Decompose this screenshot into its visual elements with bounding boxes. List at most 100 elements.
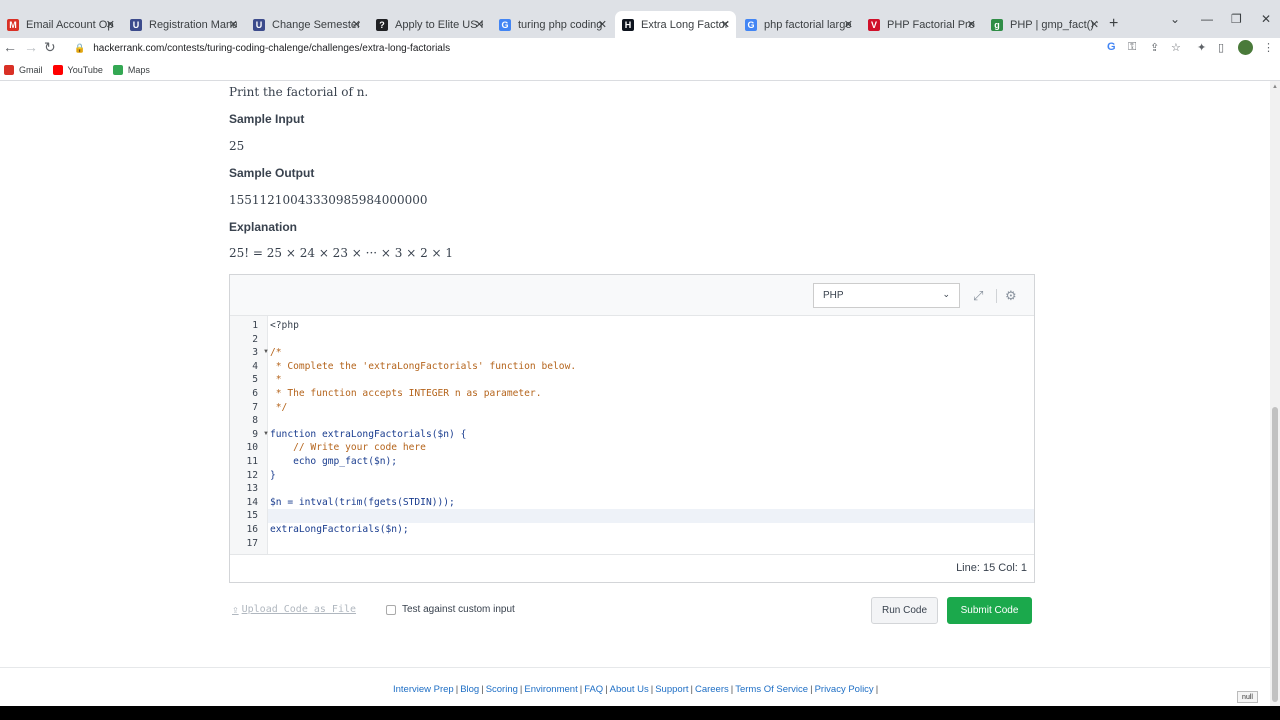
line-number: 1 (252, 320, 258, 331)
share-icon[interactable]: ⇪ (1150, 41, 1159, 54)
footer-link[interactable]: About Us (610, 684, 649, 695)
google-lens-icon[interactable]: G (1107, 41, 1116, 53)
footer-separator: | (605, 684, 608, 695)
tab-search-icon[interactable]: ⌄ (1170, 12, 1180, 26)
language-value: PHP (823, 290, 844, 301)
browser-tab[interactable]: U Change Semester ✕ (246, 11, 367, 38)
footer-link[interactable]: Interview Prep (393, 684, 454, 695)
browser-tab[interactable]: V PHP Factorial Program✕ (861, 11, 982, 38)
upload-icon: ⇪ (232, 603, 239, 616)
line-number: 13 (246, 483, 258, 495)
reload-icon[interactable]: ↻ (44, 39, 56, 56)
footer-link[interactable]: FAQ (584, 684, 603, 695)
tab-label: Apply to Elite US Rem (395, 18, 483, 31)
tab-favicon-icon: V (868, 18, 880, 31)
code-line: extraLongFactorials($n); (270, 524, 409, 535)
bookmark-icon (4, 65, 14, 75)
browser-tab[interactable]: ? Apply to Elite US Rem✕ (369, 11, 490, 38)
code-line: function extraLongFactorials($n) { (270, 428, 467, 440)
submit-code-button[interactable]: Submit Code (947, 597, 1032, 624)
custom-input-label: Test against custom input (402, 604, 515, 615)
debug-badge: null (1237, 691, 1258, 703)
close-window-icon[interactable]: ✕ (1261, 12, 1271, 26)
tab-close-icon[interactable]: ✕ (1090, 18, 1099, 31)
restore-icon[interactable]: ❐ (1231, 12, 1242, 26)
tab-close-icon[interactable]: ✕ (352, 18, 361, 31)
bookmark-item[interactable]: YouTube (52, 65, 103, 75)
upload-label: Upload Code as File (241, 604, 357, 615)
tab-favicon-icon: ? (376, 18, 388, 31)
page-scrollbar[interactable]: ▲ (1270, 81, 1280, 706)
fullscreen-icon[interactable]: ⤢ (973, 288, 983, 304)
scroll-up-icon[interactable]: ▲ (1272, 84, 1278, 90)
extensions-icon[interactable]: ✦ (1197, 41, 1206, 54)
code-line: } (270, 469, 276, 481)
key-icon[interactable]: ⚿ (1128, 41, 1136, 54)
address-bar[interactable]: 🔒 hackerrank.com/contests/turing-coding-… (66, 38, 1126, 58)
browser-tab[interactable]: Gphp factorial largest c✕ (738, 11, 859, 38)
sample-output-value: 15511210043330985984000000 (229, 193, 428, 207)
footer-link[interactable]: Support (655, 684, 688, 695)
menu-icon[interactable]: ⋮ (1263, 41, 1274, 54)
line-number: 17 (246, 537, 258, 549)
line-number: 8 (252, 415, 258, 427)
profile-avatar[interactable] (1238, 40, 1253, 55)
tab-close-icon[interactable]: ✕ (598, 18, 607, 31)
browser-tab[interactable]: U Registration Manager✕ (123, 11, 244, 38)
gear-icon[interactable]: ⚙ (1005, 288, 1017, 304)
footer-link[interactable]: Environment (524, 684, 577, 695)
footer-link[interactable]: Scoring (486, 684, 518, 695)
bookmark-star-icon[interactable]: ☆ (1171, 41, 1181, 54)
scrollbar-thumb[interactable] (1272, 407, 1278, 702)
footer-link[interactable]: Privacy Policy (815, 684, 874, 695)
bookmark-label: YouTube (67, 65, 103, 75)
footer-link[interactable]: Blog (460, 684, 479, 695)
code-area[interactable]: <?php /* * Complete the 'extraLongFactori… (268, 316, 1034, 554)
tab-favicon-icon: U (130, 18, 142, 31)
tab-label: Registration Manager (149, 18, 237, 31)
code-line: echo gmp_fact($n); (270, 456, 398, 467)
back-icon[interactable]: ← (3, 39, 17, 55)
browser-tab[interactable]: M Email Account Open F✕ (0, 11, 121, 38)
custom-input-checkbox[interactable] (386, 605, 396, 615)
forward-icon[interactable]: → (24, 39, 38, 55)
footer-links: Interview Prep | Blog | Scoring | Environment |… (393, 684, 880, 695)
code-line: * (270, 374, 282, 386)
bookmark-icon (52, 65, 63, 75)
bookmark-item[interactable]: Maps (112, 65, 150, 75)
bookmark-label: Gmail (19, 65, 43, 75)
tab-label: Extra Long Factorials | (641, 18, 729, 31)
tab-close-icon[interactable]: ✕ (721, 18, 730, 31)
upload-code-link[interactable]: ⇪ Upload Code as File (232, 603, 356, 616)
footer-link[interactable]: Careers (695, 684, 729, 695)
explanation-formula: 25! = 25 × 24 × 23 × ··· × 3 × 2 × 1 (229, 246, 454, 260)
code-editor: PHP ⌄ ⤢ ⚙ 1 2 3 ▼ 4 5 6 7 8 9 ▼ 10 11 12 13 14 15 16 17 <?… (229, 274, 1035, 583)
line-number: 16 (246, 524, 258, 535)
line-number-gutter: 1 2 3 ▼ 4 5 6 7 8 9 ▼ 10 11 12 13 14 15 16 17 (230, 316, 269, 554)
language-select[interactable]: PHP ⌄ (813, 283, 960, 308)
code-line: /* (270, 347, 282, 359)
bookmark-item[interactable]: Gmail (4, 65, 43, 75)
code-line: // Write your code here (270, 442, 426, 454)
tab-favicon-icon: U (253, 18, 265, 31)
footer-link[interactable]: Terms Of Service (735, 684, 808, 695)
tab-close-icon[interactable]: ✕ (106, 18, 115, 31)
browser-tab[interactable]: H Extra Long Factorials |✕ (615, 11, 736, 38)
line-number: 2 (252, 333, 258, 345)
tab-close-icon[interactable]: ✕ (844, 18, 853, 31)
tab-favicon-icon: H (622, 18, 634, 31)
side-panel-icon[interactable]: ▯ (1218, 41, 1224, 54)
footer-separator: | (730, 684, 734, 695)
tab-close-icon[interactable]: ✕ (475, 18, 484, 31)
new-tab-button[interactable]: + (1109, 15, 1118, 33)
tab-close-icon[interactable]: ✕ (229, 18, 238, 31)
browser-tab[interactable]: Gturing php coding cha✕ (492, 11, 613, 38)
browser-tab[interactable]: g PHP | gmp_fact() for la✕ (984, 11, 1105, 38)
line-number: 10 (246, 442, 258, 454)
footer-separator: | (650, 684, 654, 695)
footer-separator: | (579, 684, 583, 695)
tab-close-icon[interactable]: ✕ (967, 18, 976, 31)
run-code-button[interactable]: Run Code (871, 597, 938, 624)
minimize-icon[interactable]: — (1201, 12, 1213, 26)
